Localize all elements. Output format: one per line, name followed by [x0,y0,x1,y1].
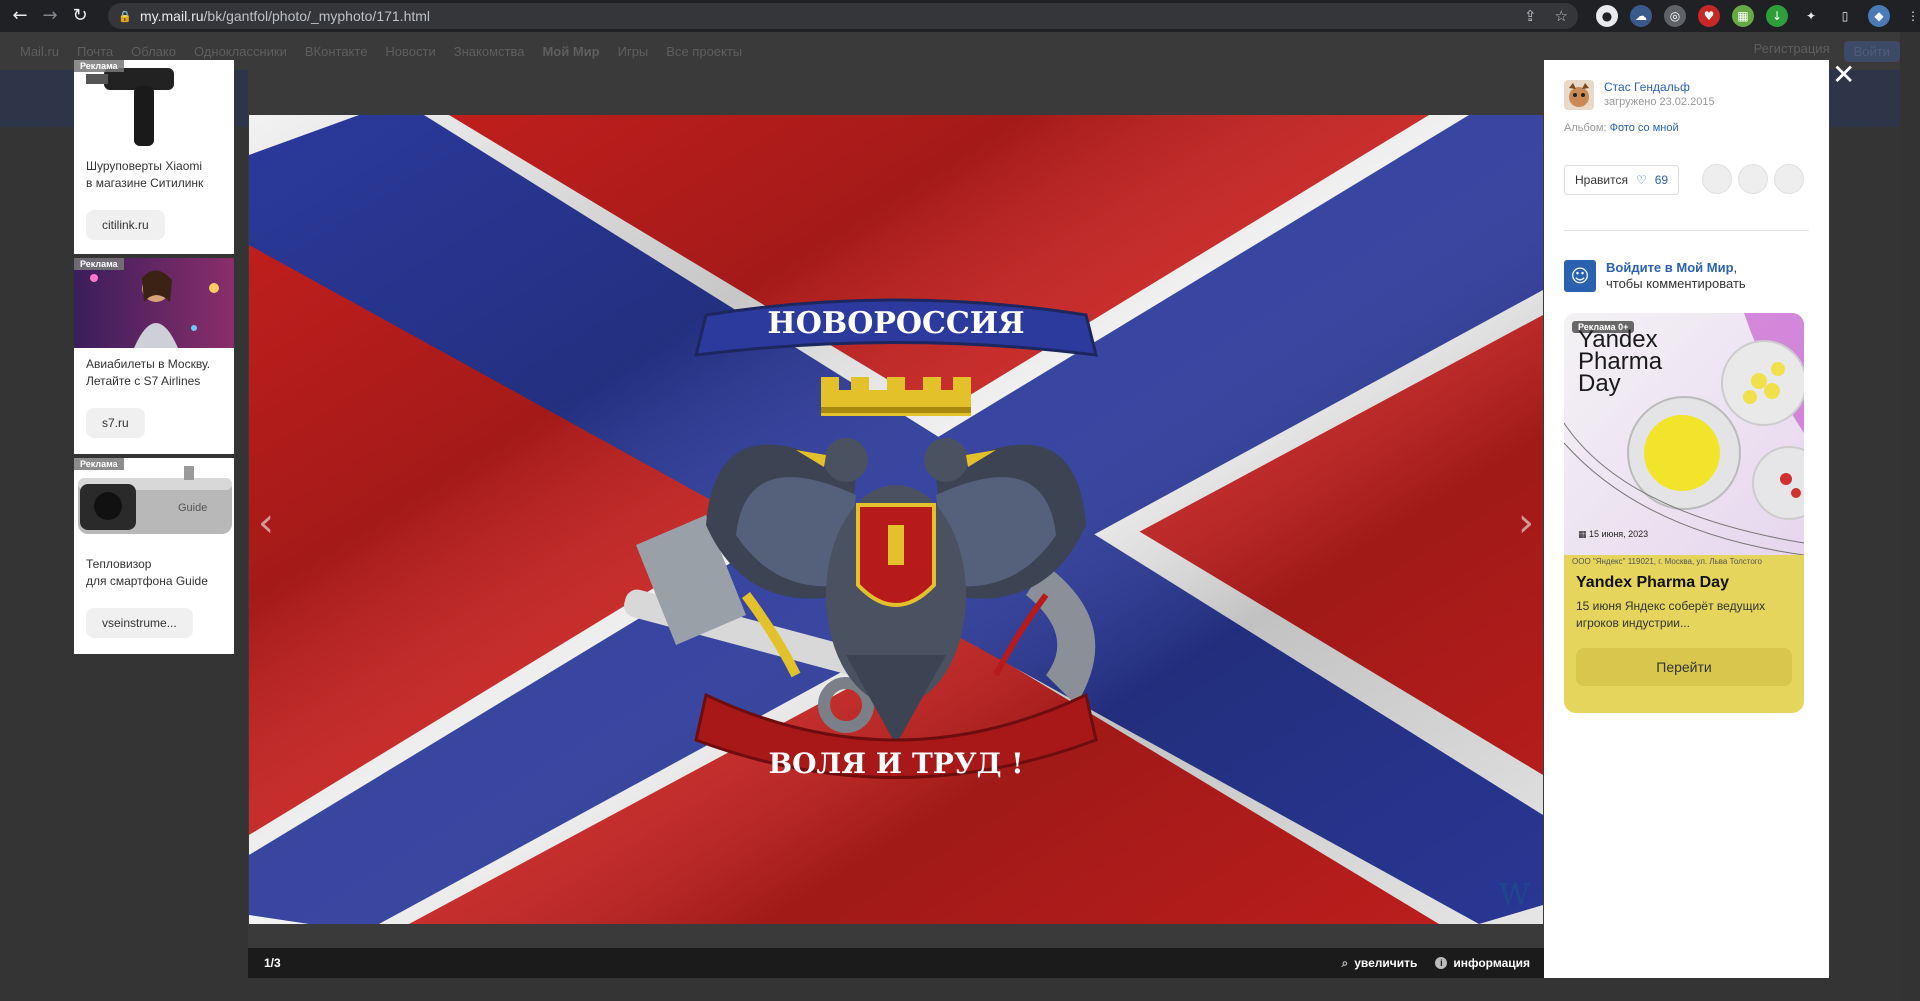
login-prompt: ☺ Войдите в Мой Мир, чтобы комментировать [1564,260,1746,292]
ad-domain-button[interactable]: citilink.ru [86,210,165,240]
banner-top-text: НОВОРОССИЯ [767,306,1024,341]
nav-link[interactable]: Одноклассники [194,44,287,59]
nav-link[interactable]: Знакомства [454,44,525,59]
nav-link[interactable]: Мой Мир [542,44,599,59]
divider [1564,230,1809,231]
ad-go-button[interactable]: Перейти [1576,648,1792,686]
nav-link[interactable]: Облако [131,44,176,59]
magnifier-icon: ⌕ [1341,955,1349,970]
thermal-camera-image: Guide [74,458,234,548]
nav-link[interactable]: Почта [77,44,113,59]
watermark-logo: W [1499,878,1530,913]
album-line: Альбом: Фото со мной [1564,122,1679,134]
nav-link[interactable]: Игры [618,44,649,59]
ad-image[interactable]: Реклама [74,60,234,150]
ad-domain-button[interactable]: vseinstrume... [86,608,193,638]
ad-headline: Yandex Pharma Day [1578,326,1663,397]
upload-date: загружено 23.02.2015 [1604,96,1715,108]
ad-description: 15 июня Яндекс соберёт ведущих игроков и… [1576,599,1766,630]
info-icon: i [1435,957,1448,969]
ad-card[interactable]: Реклама Шуруповерты Xiaomi в магазине Сит… [74,60,234,254]
nav-link[interactable]: Mail.ru [20,44,59,59]
login-link[interactable]: Войдите в Мой Мир [1606,260,1734,275]
close-icon[interactable]: ✕ [1832,58,1855,91]
ad-image[interactable]: Guide Реклама [74,458,234,548]
ad-image[interactable]: Реклама [74,258,234,348]
page-scrollbar[interactable] [1900,32,1920,1001]
avatar[interactable] [1564,80,1594,110]
lock-icon[interactable]: 🔒 [118,10,132,23]
extension-icon[interactable]: ● [1596,5,1618,27]
url-host: my.mail.ru [140,8,204,24]
ad-title[interactable]: Тепловизор для смартфона Guide [74,548,234,594]
ad-card[interactable]: Реклама Авиабилеты в Москву. Летайте с S7… [74,258,234,454]
nav-link[interactable]: Все проекты [666,44,742,59]
like-button[interactable]: Нравится ♡ 69 [1564,165,1680,195]
back-icon[interactable]: ← [10,6,30,26]
prev-photo-arrow-icon[interactable]: ‹ [258,500,274,546]
ad-title[interactable]: Авиабилеты в Москву. Летайте с S7 Airline… [74,348,234,394]
avatar[interactable] [1738,164,1768,194]
zoom-button[interactable]: ⌕ увеличить [1341,956,1417,971]
viewer-bottom-bar: 1/3 ⌕ увеличить i информация [248,948,1544,978]
likers-avatars [1702,164,1804,194]
calendar-icon: ▦ [1578,530,1587,540]
event-date: ▦ 15 июня, 2023 [1578,529,1649,540]
ad-image[interactable]: Реклама 0+ Yandex Pharma Day ▦ 15 июня, … [1564,313,1804,555]
info-button[interactable]: i информация [1435,956,1530,970]
photo-info-panel: Стас Гендальф загружено 23.02.2015 Альбо… [1544,60,1829,978]
reload-icon[interactable]: ↻ [70,6,90,26]
novorossiya-flag-image: НОВОРОССИЯ ВОЛЯ И ТРУД ! W [249,115,1543,924]
ad-domain-button[interactable]: s7.ru [86,408,145,438]
ad-label: Реклама [74,458,124,470]
extension-icon[interactable]: ▦ [1732,5,1754,27]
nav-link[interactable]: Новости [385,44,435,59]
ad-title[interactable]: Шуруповерты Xiaomi в магазине Ситилинк [74,150,234,196]
ad-legal-text: ООО "Яндекс" 119021, г. Москва, ул. Льва… [1572,557,1762,566]
bookmark-star-icon[interactable]: ☆ [1555,7,1568,25]
author-name-link[interactable]: Стас Гендальф [1604,80,1715,94]
ad-label: Реклама [74,258,124,270]
forward-icon[interactable]: → [40,6,60,26]
puzzle-icon[interactable]: ✦ [1800,5,1822,27]
register-link[interactable]: Регистрация [1754,41,1830,62]
next-photo-arrow-icon[interactable]: › [1518,500,1534,546]
url-path: /bk/gantfol/photo/_myphoto/171.html [203,8,431,24]
ad-card[interactable]: Guide Реклама Тепловизор для смартфона Gu… [74,458,234,654]
guide-logo-text: Guide [178,502,207,514]
album-link[interactable]: Фото со мной [1610,122,1679,134]
author-block: Стас Гендальф загружено 23.02.2015 [1564,80,1715,110]
banner-bottom-text: ВОЛЯ И ТРУД ! [768,747,1023,780]
download-icon[interactable]: ↓ [1766,5,1788,27]
browser-toolbar: ← → ↻ 🔒 my.mail.ru/bk/gantfol/photo/_myp… [0,0,1920,32]
photo-image[interactable]: НОВОРОССИЯ ВОЛЯ И ТРУД ! W [249,115,1543,924]
extension-icon[interactable]: ♥ [1698,5,1720,27]
ad-label: Реклама [74,60,124,72]
heart-icon: ♡ [1635,173,1647,187]
address-bar[interactable]: 🔒 my.mail.ru/bk/gantfol/photo/_myphoto/1… [108,3,1578,29]
yandex-ad-card[interactable]: Реклама 0+ Yandex Pharma Day ▦ 15 июня, … [1564,313,1804,713]
ad-title[interactable]: Yandex Pharma Day [1564,568,1804,592]
extension-icon[interactable]: ◎ [1664,5,1686,27]
nav-link[interactable]: ВКонтакте [305,44,368,59]
moi-mir-logo-icon: ☺ [1564,260,1596,292]
sidebar-icon[interactable]: ▯ [1834,5,1856,27]
traveler-image [74,258,234,348]
photo-counter: 1/3 [264,956,281,970]
avatar[interactable] [1774,164,1804,194]
share-icon[interactable]: ⇪ [1524,7,1537,25]
screwdriver-image [74,60,234,150]
menu-dots-icon[interactable]: ⋮ [1902,5,1920,27]
photo-viewer: НОВОРОССИЯ ВОЛЯ И ТРУД ! W ‹ › 1/3 ⌕ увел… [248,60,1544,978]
like-count: 69 [1654,173,1669,187]
avatar[interactable] [1702,164,1732,194]
ads-column: Реклама Шуруповерты Xiaomi в магазине Сит… [74,60,234,658]
profile-icon[interactable]: ◆ [1868,5,1890,27]
extension-icon[interactable]: ☁ [1630,5,1652,27]
